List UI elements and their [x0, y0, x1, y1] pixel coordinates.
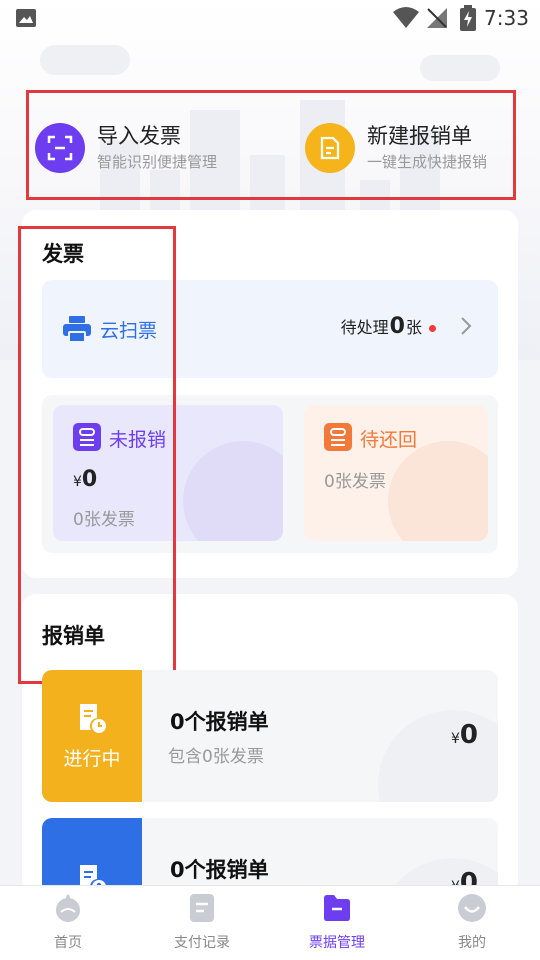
nav-payment-records[interactable]: 支付记录	[142, 892, 262, 952]
nav-invoice-management[interactable]: 票据管理	[277, 892, 397, 952]
report-clock-icon	[80, 703, 106, 733]
pending-return-count: 0张发票	[324, 472, 386, 492]
pending-suffix: 张	[405, 318, 422, 337]
battery-charging-icon	[460, 5, 476, 31]
decorative-circle	[183, 441, 283, 541]
nav-invoice-management-label: 票据管理	[309, 935, 365, 951]
decorative-circle	[388, 441, 488, 541]
decorative-circle	[378, 710, 498, 802]
pending-return-card[interactable]: 待还回 0张发票	[304, 405, 488, 541]
nav-payment-records-label: 支付记录	[174, 935, 230, 951]
folder-icon	[324, 895, 350, 921]
chevron-right-icon	[461, 317, 472, 335]
pending-count: 待处理 0 张	[341, 314, 422, 339]
amount-value: 0	[459, 720, 478, 750]
scan-frame-icon	[35, 123, 85, 173]
report-invoice-count: 包含0张发票	[168, 747, 264, 767]
pending-prefix: 待处理	[340, 318, 389, 337]
import-invoice-subtitle: 智能识别便捷管理	[97, 153, 218, 171]
smile-icon	[458, 894, 486, 922]
document-icon	[305, 123, 355, 173]
nav-mine[interactable]: 我的	[412, 892, 532, 952]
report-count: 0个报销单	[170, 858, 269, 882]
report-status-tag: 进行中	[42, 670, 142, 802]
new-report-subtitle: 一键生成快捷报销	[367, 153, 488, 171]
nav-mine-label: 我的	[458, 935, 486, 951]
home-icon	[56, 894, 80, 922]
quick-actions-highlight: 导入发票 智能识别便捷管理 新建报销单 一键生成快捷报销	[26, 90, 516, 200]
nav-home[interactable]: 首页	[8, 892, 128, 952]
notification-dot	[429, 325, 436, 332]
image-notification-icon	[16, 9, 36, 27]
new-report-title: 新建报销单	[367, 124, 472, 148]
report-count: 0个报销单	[170, 710, 269, 734]
report-amount: ¥0	[451, 720, 478, 750]
wifi-icon	[393, 7, 419, 28]
status-bar: 7:33	[0, 0, 540, 36]
report-row-in-progress[interactable]: 进行中 0个报销单 包含0张发票 ¥0	[42, 670, 498, 802]
bottom-navigation: 首页 支付记录 票据管理 我的	[0, 885, 540, 960]
pending-return-title: 待还回	[360, 429, 418, 451]
import-invoice-button[interactable]: 导入发票 智能识别便捷管理	[35, 123, 217, 173]
nav-home-label: 首页	[54, 935, 82, 951]
invoice-highlight-box	[18, 226, 176, 684]
clock: 7:33	[484, 6, 529, 30]
invoice-stack-icon	[324, 423, 352, 451]
new-report-button[interactable]: 新建报销单 一键生成快捷报销	[305, 123, 487, 173]
document-icon	[190, 894, 214, 922]
currency-symbol: ¥	[450, 731, 460, 747]
report-status-label: 进行中	[63, 747, 121, 770]
signal-icon	[427, 8, 447, 28]
import-invoice-title: 导入发票	[97, 124, 181, 148]
pending-number: 0	[389, 314, 405, 339]
